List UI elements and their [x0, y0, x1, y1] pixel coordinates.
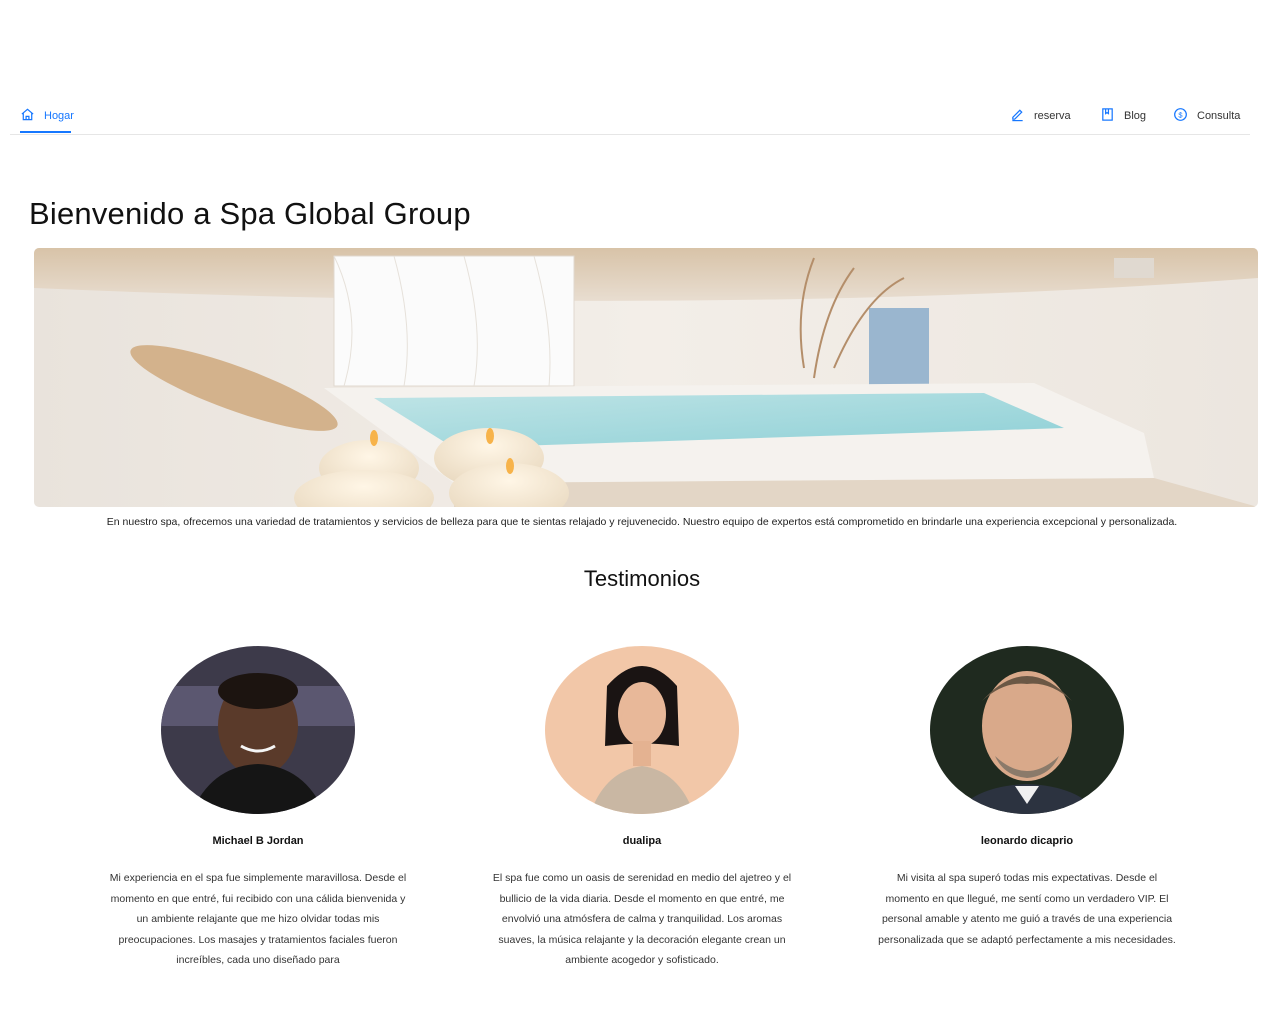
- spa-hero-image: [34, 248, 1258, 507]
- nav-blog-label: Blog: [1124, 110, 1147, 122]
- testimonial-card: Michael B Jordan Mi experiencia en el sp…: [108, 646, 408, 971]
- nav-reserva-label: reserva: [1034, 110, 1071, 122]
- nav-consulta-label: Consulta: [1197, 110, 1241, 122]
- avatar: [545, 646, 739, 814]
- home-icon: [20, 107, 35, 125]
- nav-item-reserva[interactable]: reserva: [1010, 106, 1071, 126]
- testimonial-card: dualipa El spa fue como un oasis de sere…: [492, 646, 792, 971]
- nav-item-consulta[interactable]: $ Consulta: [1173, 106, 1240, 126]
- testimonial-quote: Mi experiencia en el spa fue simplemente…: [109, 872, 407, 966]
- book-icon: [1100, 107, 1115, 125]
- edit-icon: [1010, 107, 1025, 125]
- page-title: Bienvenido a Spa Global Group: [29, 196, 471, 231]
- nav-item-home[interactable]: Hogar: [20, 106, 74, 126]
- page: Hogar reserva Blog $ Consulta Bienvenido…: [0, 0, 1266, 1026]
- testimonial-quote: El spa fue como un oasis de serenidad en…: [492, 872, 792, 966]
- hero-description: En nuestro spa, ofrecemos una variedad d…: [106, 516, 1178, 528]
- testimonial-card: leonardo dicaprio Mi visita al spa super…: [877, 646, 1177, 950]
- testimonial-name: leonardo dicaprio: [980, 835, 1074, 847]
- nav-item-blog[interactable]: Blog: [1100, 106, 1146, 126]
- testimonials-title: Testimonios: [583, 566, 701, 591]
- avatar: [930, 646, 1124, 814]
- testimonial-quote: Mi visita al spa superó todas mis expect…: [878, 872, 1176, 946]
- testimonial-name: dualipa: [622, 835, 662, 847]
- avatar: [161, 646, 355, 814]
- active-tab-indicator: [20, 131, 71, 133]
- top-nav: Hogar reserva Blog $ Consulta: [10, 96, 1250, 135]
- svg-text:$: $: [1178, 110, 1183, 119]
- testimonial-name: Michael B Jordan: [212, 835, 304, 847]
- nav-home-label: Hogar: [44, 110, 74, 122]
- dollar-circle-icon: $: [1173, 107, 1188, 125]
